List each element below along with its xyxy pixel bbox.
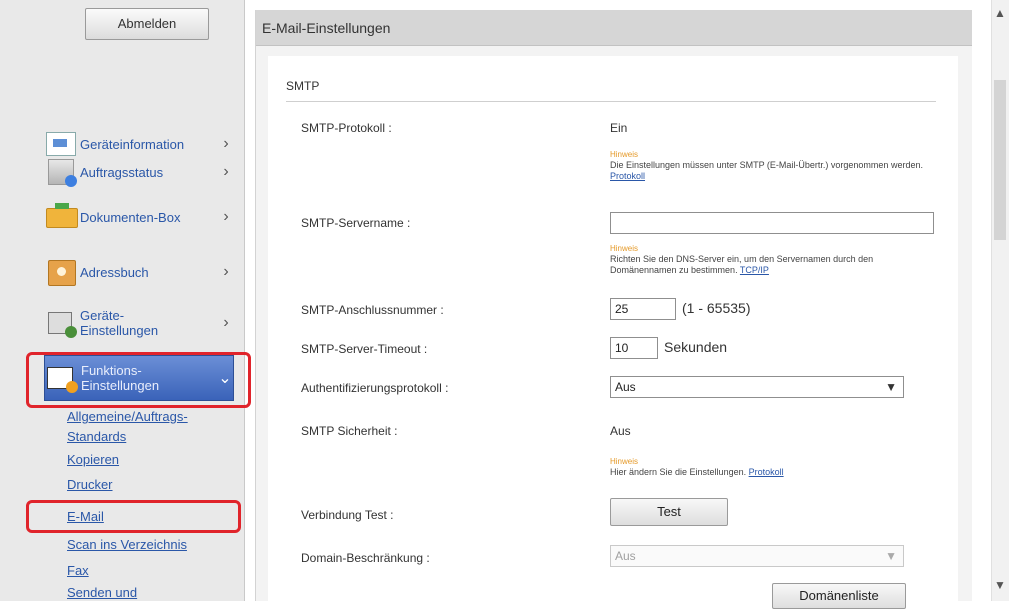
domain-restriction-value: Aus: [615, 549, 636, 563]
chevron-right-icon: ›: [223, 135, 229, 152]
sub-link-send-and[interactable]: Senden und: [67, 585, 137, 601]
auth-protocol-select[interactable]: Aus ▼: [610, 376, 904, 398]
nav-label: Adressbuch: [80, 264, 149, 280]
auth-protocol-label: Authentifizierungsprotokoll :: [301, 381, 449, 395]
smtp-timeout-input[interactable]: [610, 337, 658, 359]
smtp-protocol-value: Ein: [610, 121, 628, 135]
scrollbar-thumb[interactable]: [994, 80, 1006, 240]
sub-link-printer[interactable]: Drucker: [67, 477, 113, 493]
chevron-right-icon: ›: [223, 263, 229, 280]
highlight-function-settings: [26, 352, 251, 408]
section-divider: [286, 101, 936, 102]
highlight-email: [26, 500, 241, 533]
nav-label: Geräteinformation: [80, 136, 185, 152]
nav-item-device-settings[interactable]: Geräte- Einstellungen ›: [44, 303, 234, 343]
smtp-port-range: (1 - 65535): [682, 300, 751, 316]
auth-protocol-value: Aus: [615, 380, 636, 394]
tcpip-link[interactable]: TCP/IP: [740, 265, 769, 275]
hint-heading: Hinweis: [610, 457, 639, 466]
protocol-link[interactable]: Protokoll: [610, 171, 645, 181]
hint-heading: Hinweis: [610, 150, 639, 159]
chevron-right-icon: ›: [223, 208, 229, 225]
smtp-security-value: Aus: [610, 424, 631, 438]
smtp-security-label: SMTP Sicherheit :: [301, 424, 398, 438]
chevron-down-icon: ▼: [885, 380, 897, 394]
connection-test-label: Verbindung Test :: [301, 508, 394, 522]
device-settings-icon: [44, 308, 80, 338]
smtp-protocol-label: SMTP-Protokoll :: [301, 121, 392, 135]
scroll-down-icon[interactable]: ▼: [994, 578, 1006, 592]
nav-item-address-book[interactable]: Adressbuch ›: [44, 252, 234, 292]
hint-text: Die Einstellungen müssen unter SMTP (E-M…: [610, 160, 923, 170]
chevron-right-icon: ›: [223, 163, 229, 180]
smtp-timeout-label: SMTP-Server-Timeout :: [301, 342, 428, 356]
chevron-right-icon: ›: [223, 314, 229, 331]
section-title: SMTP: [286, 79, 320, 93]
address-book-icon: [44, 257, 80, 287]
settings-card: SMTP SMTP-Protokoll : Ein Hinweis Die Ei…: [268, 56, 958, 609]
smtp-timeout-unit: Sekunden: [664, 339, 728, 355]
nav-label: Geräte- Einstellungen: [80, 308, 159, 338]
job-status-icon: [44, 157, 80, 187]
smtp-server-name-input[interactable]: [610, 212, 934, 234]
domain-restriction-label: Domain-Beschränkung :: [301, 551, 430, 565]
scroll-up-icon[interactable]: ▲: [994, 6, 1006, 20]
smtp-server-name-label: SMTP-Servername :: [301, 216, 411, 230]
sub-link-scan-to-folder[interactable]: Scan ins Verzeichnis: [67, 537, 187, 553]
smtp-port-input[interactable]: [610, 298, 676, 320]
hint-heading: Hinweis: [610, 244, 639, 253]
sub-link-fax[interactable]: Fax: [67, 563, 89, 579]
protocol-link[interactable]: Protokoll: [749, 467, 784, 477]
sub-link-standards[interactable]: Standards: [67, 429, 126, 445]
hint-text: Hier ändern Sie die Einstellungen.: [610, 467, 747, 477]
nav-label: Auftragsstatus: [80, 164, 164, 180]
hint-security: Hinweis Hier ändern Sie die Einstellunge…: [610, 456, 940, 478]
main-panel: E-Mail-Einstellungen SMTP SMTP-Protokoll…: [255, 10, 972, 609]
sub-link-copy[interactable]: Kopieren: [67, 452, 119, 468]
nav-item-job-status[interactable]: Auftragsstatus ›: [44, 152, 234, 192]
sub-link-general-defaults[interactable]: Allgemeine/Auftrags-: [67, 409, 188, 425]
document-box-icon: [44, 202, 80, 232]
hint-smtp-protocol: Hinweis Die Einstellungen müssen unter S…: [610, 149, 940, 182]
hint-server-name: Hinweis Richten Sie den DNS-Server ein, …: [610, 243, 940, 276]
nav-label: Dokumenten-Box: [80, 209, 181, 225]
domain-restriction-select[interactable]: Aus ▼: [610, 545, 904, 567]
nav-item-document-box[interactable]: Dokumenten-Box ›: [44, 197, 234, 237]
chevron-down-icon: ▼: [885, 549, 897, 563]
page-title: E-Mail-Einstellungen: [256, 10, 972, 46]
logout-button[interactable]: Abmelden: [85, 8, 209, 40]
domain-list-button[interactable]: Domänenliste: [772, 583, 906, 609]
test-button[interactable]: Test: [610, 498, 728, 526]
smtp-port-label: SMTP-Anschlussnummer :: [301, 303, 444, 317]
